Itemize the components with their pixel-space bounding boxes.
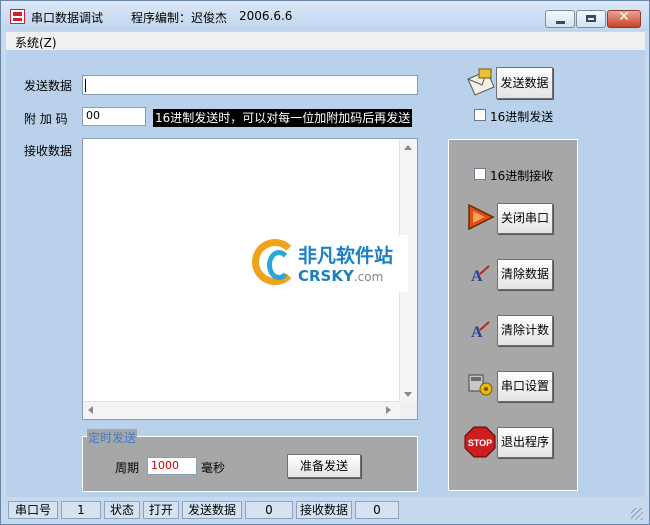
title-bar[interactable]: 串口数据调试 程序编制：迟俊杰 2006.6.6 ✕ [1,1,649,31]
period-unit: 毫秒 [201,461,226,475]
svg-text:STOP: STOP [468,438,492,448]
menu-system[interactable]: 系统(Z) [15,34,57,51]
clear-data-icon: A [471,264,491,287]
status-state-value: 打开 [143,501,179,519]
send-data-input[interactable] [82,75,418,95]
status-bar: 串口号 1 状态 打开 发送数据 0 接收数据 0 [6,498,645,522]
timer-groupbox: 定时发送 周期 1000 毫秒 准备发送 [82,429,418,492]
ready-send-button[interactable]: 准备发送 [287,454,361,478]
send-data-label: 发送数据 [24,79,73,93]
addcode-input[interactable]: 00 [82,107,146,126]
watermark-en: CRSKY.com [298,267,384,285]
maximize-button[interactable] [576,10,606,28]
port-settings-button[interactable]: 串口设置 [497,371,553,402]
hex-send-label: 16进制发送 [490,110,554,124]
close-button[interactable]: ✕ [607,9,641,28]
scroll-up-icon[interactable] [404,145,412,150]
period-label: 周期 [115,461,140,475]
timer-group-title: 定时发送 [87,429,138,446]
resize-grip[interactable] [631,508,643,520]
clear-data-button[interactable]: 清除数据 [497,259,553,290]
horizontal-scrollbar[interactable] [83,401,400,419]
status-port-label: 串口号 [8,501,58,519]
svg-text:A: A [471,268,483,284]
clear-count-button[interactable]: 清除计数 [497,315,553,346]
send-envelope-icon [465,67,497,100]
watermark-cn: 非凡软件站 [298,245,394,267]
scroll-right-icon[interactable] [386,406,391,414]
window-title: 串口数据调试 [31,11,104,25]
window-author: 程序编制：迟俊杰 [131,11,228,25]
status-sent-label: 发送数据 [182,501,242,519]
menu-bar: 系统(Z) [6,32,645,50]
close-icon: ✕ [618,9,630,25]
addcode-hint: 16进制发送时，可以对每一位加附加码后再发送 [153,109,413,127]
window-date: 2006.6.6 [239,9,293,23]
clear-count-icon: A [471,320,491,343]
period-input[interactable]: 1000 [147,457,197,475]
receive-data-label: 接收数据 [24,144,73,158]
text-cursor [85,79,86,92]
stop-icon: STOP [464,426,496,461]
status-sent-value: 0 [245,501,293,519]
exit-button[interactable]: 退出程序 [497,427,553,458]
play-icon [466,203,496,234]
scroll-left-icon[interactable] [88,406,93,414]
hex-receive-label: 16进制接收 [490,169,554,183]
app-icon [10,9,25,24]
watermark-domain: .com [353,270,384,284]
scroll-down-icon[interactable] [404,392,412,397]
status-recv-label: 接收数据 [296,501,352,519]
addcode-label: 附 加 码 [24,112,68,126]
main-window: 串口数据调试 程序编制：迟俊杰 2006.6.6 ✕ 系统(Z) 发送数据 附 … [0,0,650,525]
status-state-label: 状态 [104,501,140,519]
client-area: 发送数据 附 加 码 00 16进制发送时，可以对每一位加附加码后再发送 接收数… [6,50,645,497]
hex-receive-checkbox[interactable] [474,168,486,180]
watermark-logo-icon [252,239,298,285]
svg-text:A: A [471,324,483,340]
minimize-button[interactable] [545,10,575,28]
close-port-button[interactable]: 关闭串口 [497,203,553,234]
status-port-value: 1 [61,501,101,519]
status-recv-value: 0 [355,501,399,519]
watermark: 非凡软件站 CRSKY.com [246,235,408,292]
send-data-button[interactable]: 发送数据 [496,67,553,99]
scrollbar-corner [400,402,417,419]
settings-icon [467,372,495,401]
control-panel: 16进制接收 关闭串口 A 清除数据 A 清除计数 串口设置 STOP 退出程序 [448,139,578,491]
hex-send-checkbox[interactable] [474,109,486,121]
